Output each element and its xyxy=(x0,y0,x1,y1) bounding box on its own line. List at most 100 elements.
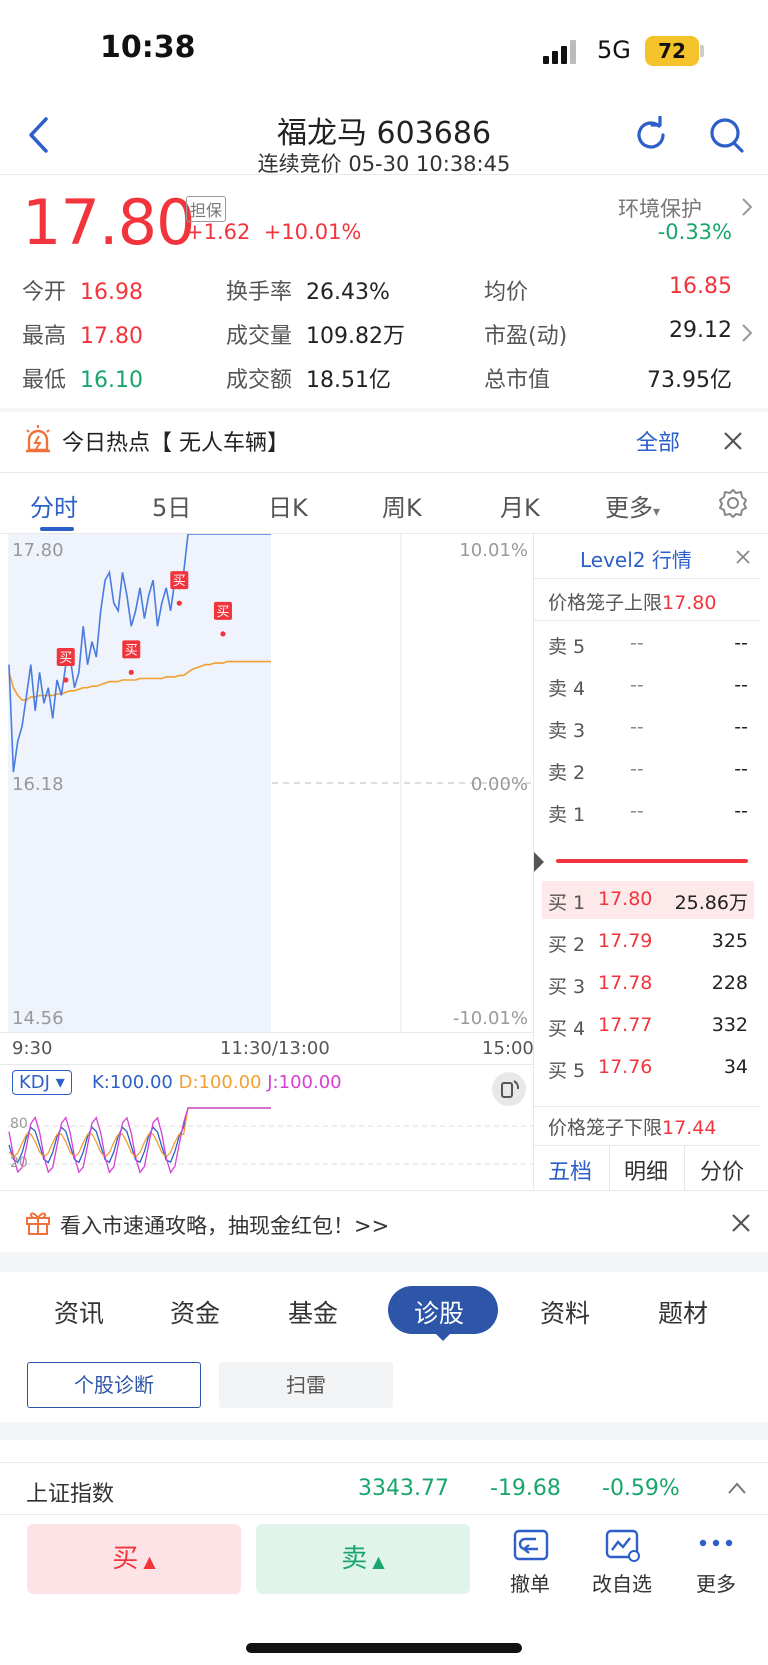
tab-news[interactable]: 资讯 xyxy=(54,1294,104,1330)
header-divider xyxy=(0,174,768,175)
close-icon[interactable] xyxy=(722,430,744,452)
ob-divider xyxy=(534,1106,760,1107)
kdj-k-line xyxy=(8,1107,271,1164)
level-volume: 325 xyxy=(711,930,748,952)
kdj-tick-80: 80 xyxy=(10,1116,28,1132)
hotspot-text[interactable]: 今日热点【 无人车辆】 xyxy=(62,425,289,457)
avg-value: 16.85 xyxy=(669,274,732,299)
section-gap xyxy=(0,1252,768,1272)
level-label: 卖 2 xyxy=(548,762,586,784)
intraday-chart[interactable]: 买买买买 xyxy=(8,534,534,1032)
tab-daily-k[interactable]: 日K xyxy=(268,488,308,523)
buy-marker-label: 买 xyxy=(216,605,229,620)
upper-limit: 价格笼子上限17.80 xyxy=(548,592,717,614)
tab-monthly-k[interactable]: 月K xyxy=(500,488,540,523)
pe-value: 29.12 xyxy=(669,318,732,343)
level-price: -- xyxy=(630,674,644,696)
buy-button[interactable]: 买 ▲ xyxy=(27,1524,241,1594)
level-label: 卖 5 xyxy=(548,636,586,658)
ask-level-row[interactable]: 卖 5 -- -- xyxy=(548,632,748,662)
open-stat: 今开 16.98 xyxy=(22,280,143,305)
ask-level-row[interactable]: 卖 4 -- -- xyxy=(548,674,748,704)
y-tick-left-mid: 16.18 xyxy=(12,774,64,795)
bid-level-row[interactable]: 买 2 17.79 325 xyxy=(548,930,748,960)
bid-level-row[interactable]: 买 1 17.80 25.86万 xyxy=(548,888,748,918)
close-icon[interactable] xyxy=(734,548,752,566)
more-label[interactable]: 更多 xyxy=(676,1568,756,1597)
more-dots-icon[interactable] xyxy=(698,1536,734,1550)
buy-marker-dot xyxy=(220,631,226,637)
y-tick-left-bottom: 14.56 xyxy=(12,1008,64,1029)
section-gap xyxy=(0,408,768,412)
refresh-icon[interactable] xyxy=(632,116,670,154)
volume-stat: 成交量 109.82万 xyxy=(226,324,405,349)
close-icon[interactable] xyxy=(730,1212,752,1234)
mktcap-label: 总市值 xyxy=(484,368,551,393)
pe-label[interactable]: 市盈(动) xyxy=(484,318,567,350)
sell-button[interactable]: 卖 ▲ xyxy=(256,1524,470,1594)
kdj-values: K:100.00 D:100.00 J:100.00 xyxy=(92,1072,342,1093)
section-gap xyxy=(0,1422,768,1440)
search-icon[interactable] xyxy=(708,116,746,156)
ask-level-row[interactable]: 卖 2 -- -- xyxy=(548,758,748,788)
level-price: -- xyxy=(630,716,644,738)
chevron-up-icon[interactable] xyxy=(726,1480,748,1496)
level-price: 17.79 xyxy=(598,930,653,952)
chevron-right-icon xyxy=(742,198,753,216)
sub-tab-risk-scan[interactable]: 扫雷 xyxy=(219,1362,393,1408)
tab-diagnosis[interactable]: 诊股 xyxy=(414,1294,464,1330)
ask-level-row[interactable]: 卖 1 -- -- xyxy=(548,800,748,830)
network-label: 5G xyxy=(597,36,631,64)
bid-level-row[interactable]: 买 3 17.78 228 xyxy=(548,972,748,1002)
promo-text[interactable]: 看入市速通攻略，抽现金红包！>> xyxy=(60,1210,389,1240)
tab-intraday[interactable]: 分时 xyxy=(30,488,78,523)
tab-fund[interactable]: 基金 xyxy=(288,1294,338,1330)
tab-profile[interactable]: 资料 xyxy=(540,1294,590,1330)
tab-more[interactable]: 更多▾ xyxy=(605,488,660,523)
tab-theme[interactable]: 题材 xyxy=(658,1294,708,1330)
last-price: 17.80 xyxy=(22,186,195,259)
level-label: 卖 1 xyxy=(548,804,586,826)
x-tick-open: 9:30 xyxy=(12,1038,53,1059)
ob-tab-sep xyxy=(609,1146,610,1190)
level-volume: 25.86万 xyxy=(674,892,748,914)
ob-tab-five-levels[interactable]: 五档 xyxy=(548,1154,592,1186)
index-name[interactable]: 上证指数 xyxy=(26,1476,114,1508)
settings-gear-icon[interactable] xyxy=(718,488,748,518)
tab-weekly-k[interactable]: 周K xyxy=(382,488,422,523)
status-time: 10:38 xyxy=(100,30,196,65)
active-tab-pointer xyxy=(434,1332,452,1341)
turnover-stat: 换手率 26.43% xyxy=(226,280,390,305)
ob-tab-detail[interactable]: 明细 xyxy=(624,1154,668,1186)
cancel-order-label[interactable]: 撤单 xyxy=(490,1568,570,1597)
sector-name[interactable]: 环境保护 xyxy=(618,193,702,223)
buy-marker-dot xyxy=(63,677,69,683)
kdj-selector[interactable]: KDJ ▾ xyxy=(12,1070,72,1095)
level-volume: 228 xyxy=(711,972,748,994)
edit-watchlist-icon[interactable] xyxy=(604,1528,642,1562)
bid-level-row[interactable]: 买 4 17.77 332 xyxy=(548,1014,748,1044)
y-tick-right-top: 10.01% xyxy=(459,540,528,561)
app-root: 10:38 5G 72 福龙马 603686 连续竞价 05-30 10:38:… xyxy=(0,0,768,1665)
level-price: 17.78 xyxy=(598,972,653,994)
bid-level-row[interactable]: 买 5 17.76 34 xyxy=(548,1056,748,1086)
kdj-top-line xyxy=(0,1064,534,1065)
index-pct: -0.59% xyxy=(602,1476,680,1501)
tab-funds-flow[interactable]: 资金 xyxy=(170,1294,220,1330)
tab-indicator xyxy=(40,527,74,531)
ask-level-row[interactable]: 卖 3 -- -- xyxy=(548,716,748,746)
low-stat: 最低 16.10 xyxy=(22,368,143,393)
sub-tab-diagnosis[interactable]: 个股诊断 xyxy=(27,1362,201,1408)
tab-5day[interactable]: 5日 xyxy=(152,488,191,523)
cancel-order-icon[interactable] xyxy=(512,1528,550,1562)
ob-tab-price-dist[interactable]: 分价 xyxy=(700,1154,744,1186)
buy-marker-dot xyxy=(176,600,182,606)
level2-title[interactable]: Level2 行情 xyxy=(580,544,692,573)
level-label: 买 4 xyxy=(548,1018,586,1040)
edit-watchlist-label[interactable]: 改自选 xyxy=(582,1568,662,1597)
chart-section-bottom xyxy=(0,1190,768,1191)
hotspot-all-link[interactable]: 全部 xyxy=(636,425,680,457)
chevron-right-icon[interactable] xyxy=(740,322,754,344)
level-volume: -- xyxy=(734,674,748,696)
signal-icon xyxy=(543,40,576,64)
